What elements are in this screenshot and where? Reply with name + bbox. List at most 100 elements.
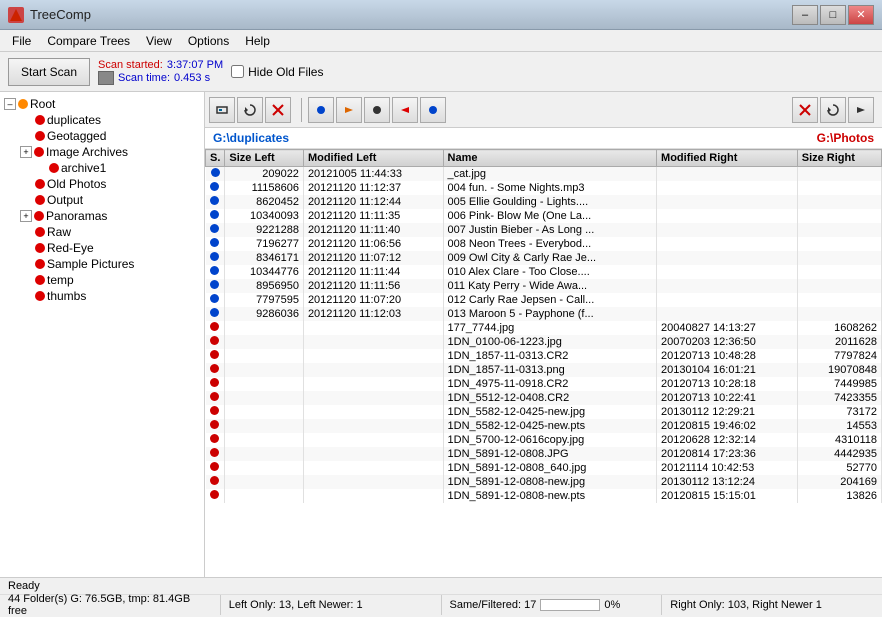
size-right-cell <box>797 279 881 293</box>
column-header[interactable]: Size Right <box>797 150 881 167</box>
row-status-cell <box>206 461 225 475</box>
tree-node[interactable]: Output <box>4 192 200 208</box>
size-right-cell <box>797 223 881 237</box>
row-status-dot <box>210 364 219 373</box>
size-left-cell: 10344776 <box>225 265 304 279</box>
left-arrow-icon-btn[interactable] <box>209 97 235 123</box>
table-row[interactable]: 1DN_5582-12-0425-new.pts20120815 19:46:0… <box>206 419 882 433</box>
menu-file[interactable]: File <box>4 32 39 50</box>
tree-node-label: thumbs <box>47 289 86 303</box>
table-row[interactable]: 1DN_4975-11-0918.CR220120713 10:28:18744… <box>206 377 882 391</box>
nav-buttons-center <box>308 97 446 123</box>
tree-node[interactable]: +Panoramas <box>4 208 200 224</box>
app-icon <box>8 7 24 23</box>
delete-btn[interactable] <box>792 97 818 123</box>
table-row[interactable]: 1DN_0100-06-1223.jpg20070203 12:36:50201… <box>206 335 882 349</box>
table-row[interactable]: 928603620121120 11:12:03013 Maroon 5 - P… <box>206 307 882 321</box>
table-row[interactable]: 1DN_1857-11-0313.CR220120713 10:48:28779… <box>206 349 882 363</box>
modified-right-cell <box>657 167 798 182</box>
tree-node[interactable]: thumbs <box>4 288 200 304</box>
hide-old-files-label: Hide Old Files <box>248 65 323 79</box>
tree-node[interactable]: Red-Eye <box>4 240 200 256</box>
table-row[interactable]: 862045220121120 11:12:44005 Ellie Gouldi… <box>206 195 882 209</box>
tree-node[interactable]: –Root <box>4 96 200 112</box>
row-status-cell <box>206 265 225 279</box>
modified-left-cell: 20121120 11:11:40 <box>303 223 443 237</box>
table-row[interactable]: 1DN_5700-12-0616copy.jpg20120628 12:32:1… <box>206 433 882 447</box>
table-row[interactable]: 1DN_5512-12-0408.CR220120713 10:22:41742… <box>206 391 882 405</box>
modified-left-cell <box>303 363 443 377</box>
table-row[interactable]: 922128820121120 11:11:40007 Justin Biebe… <box>206 223 882 237</box>
table-row[interactable]: 1034477620121120 11:11:44010 Alex Clare … <box>206 265 882 279</box>
tree-node[interactable]: Geotagged <box>4 128 200 144</box>
column-header[interactable]: Modified Right <box>657 150 798 167</box>
tree-node[interactable]: Sample Pictures <box>4 256 200 272</box>
tree-node[interactable]: +Image Archives <box>4 144 200 160</box>
table-row[interactable]: 779759520121120 11:07:20012 Carly Rae Je… <box>206 293 882 307</box>
action-buttons-right <box>792 97 874 123</box>
start-scan-button[interactable]: Start Scan <box>8 58 90 86</box>
column-header[interactable]: Size Left <box>225 150 304 167</box>
tree-dot-icon <box>35 243 45 253</box>
table-row[interactable]: 177_7744.jpg20040827 14:13:271608262 <box>206 321 882 335</box>
tree-expand-icon[interactable]: – <box>4 98 16 110</box>
row-status-cell <box>206 209 225 223</box>
dot-right-btn[interactable] <box>420 97 446 123</box>
hide-old-files-checkbox[interactable] <box>231 65 244 78</box>
refresh-btn[interactable] <box>820 97 846 123</box>
table-row[interactable]: 1DN_1857-11-0313.png20130104 16:01:21190… <box>206 363 882 377</box>
name-cell: 007 Justin Bieber - As Long ... <box>443 223 657 237</box>
tree-node[interactable]: temp <box>4 272 200 288</box>
table-row[interactable]: 1DN_5891-12-0808-new.jpg20130112 13:12:2… <box>206 475 882 489</box>
modified-left-cell <box>303 433 443 447</box>
modified-left-cell: 20121120 11:11:44 <box>303 265 443 279</box>
table-row[interactable]: 1DN_5891-12-0808.JPG20120814 17:23:36444… <box>206 447 882 461</box>
dot-center-btn[interactable] <box>364 97 390 123</box>
row-status-cell <box>206 447 225 461</box>
status-same-filtered: Same/Filtered: 17 0% <box>442 595 663 615</box>
minimize-button[interactable]: – <box>792 5 818 25</box>
arrow-left-btn[interactable] <box>392 97 418 123</box>
table-row[interactable]: 1DN_5891-12-0808-new.pts20120815 15:15:0… <box>206 489 882 503</box>
name-cell: 1DN_5891-12-0808_640.jpg <box>443 461 657 475</box>
menu-help[interactable]: Help <box>237 32 278 50</box>
menu-view[interactable]: View <box>138 32 180 50</box>
table-row[interactable]: 719627720121120 11:06:56008 Neon Trees -… <box>206 237 882 251</box>
column-header[interactable]: Name <box>443 150 657 167</box>
close-button[interactable]: ✕ <box>848 5 874 25</box>
tree-expand-icon[interactable]: + <box>20 210 32 222</box>
modified-left-cell <box>303 391 443 405</box>
table-row[interactable]: 20902220121005 11:44:33_cat.jpg <box>206 167 882 182</box>
tree-node[interactable]: archive1 <box>4 160 200 176</box>
menu-compare-trees[interactable]: Compare Trees <box>39 32 138 50</box>
tree-dot-icon <box>18 99 28 109</box>
clear-btn[interactable] <box>265 97 291 123</box>
maximize-button[interactable]: □ <box>820 5 846 25</box>
tree-node[interactable]: Raw <box>4 224 200 240</box>
tree-node-label: temp <box>47 273 74 287</box>
modified-left-cell: 20121120 11:07:12 <box>303 251 443 265</box>
column-header[interactable]: Modified Left <box>303 150 443 167</box>
table-row[interactable]: 1115860620121120 11:12:37004 fun. - Some… <box>206 181 882 195</box>
tree-expand-icon[interactable]: + <box>20 146 32 158</box>
row-status-dot <box>210 294 219 303</box>
size-left-cell <box>225 363 304 377</box>
table-row[interactable]: 834617120121120 11:07:12009 Owl City & C… <box>206 251 882 265</box>
table-row[interactable]: 1DN_5582-12-0425-new.jpg20130112 12:29:2… <box>206 405 882 419</box>
refresh-left-btn[interactable] <box>237 97 263 123</box>
tree-node[interactable]: Old Photos <box>4 176 200 192</box>
tree-node[interactable]: duplicates <box>4 112 200 128</box>
status-disk-info: 44 Folder(s) G: 76.5GB, tmp: 81.4GB free <box>0 595 221 615</box>
size-right-cell: 14553 <box>797 419 881 433</box>
name-cell: 1DN_5512-12-0408.CR2 <box>443 391 657 405</box>
table-row[interactable]: 1DN_5891-12-0808_640.jpg20121114 10:42:5… <box>206 461 882 475</box>
size-right-cell <box>797 167 881 182</box>
table-row[interactable]: 895695020121120 11:11:56011 Katy Perry -… <box>206 279 882 293</box>
forward-btn[interactable] <box>848 97 874 123</box>
menu-options[interactable]: Options <box>180 32 237 50</box>
table-row[interactable]: 1034009320121120 11:11:35006 Pink- Blow … <box>206 209 882 223</box>
column-header[interactable]: S. <box>206 150 225 167</box>
row-status-dot <box>210 490 219 499</box>
arrow-right-btn[interactable] <box>336 97 362 123</box>
dot-left-btn[interactable] <box>308 97 334 123</box>
